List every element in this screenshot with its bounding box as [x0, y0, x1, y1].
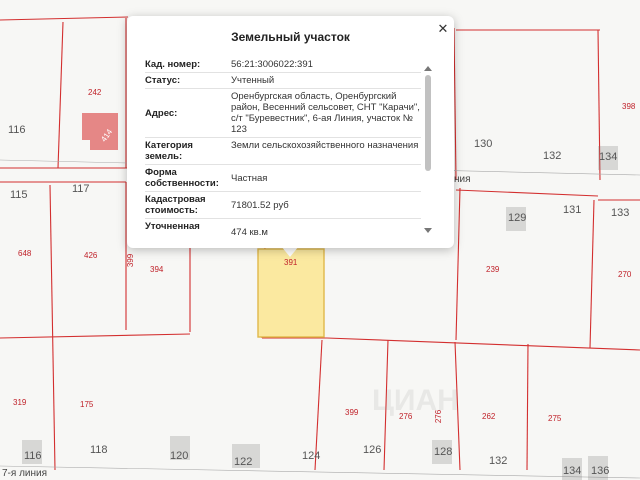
scroll-thumb[interactable]	[425, 75, 431, 171]
info-value: 56:21:3006022:391	[231, 59, 313, 70]
plot-number: 120	[170, 450, 189, 462]
plot-number: 399	[126, 253, 136, 268]
plot-number: 319	[13, 398, 27, 407]
plot-number: 124	[302, 450, 321, 462]
plot-number: 398	[622, 102, 636, 111]
plot-number: 648	[18, 249, 32, 258]
info-row-status: Статус: Учтенный	[145, 73, 421, 89]
info-row-area: Уточненная площадь: 474 кв.м	[145, 219, 421, 235]
info-key: Статус:	[145, 75, 181, 86]
info-value: 474 кв.м	[231, 226, 268, 236]
plot-number: 175	[80, 400, 94, 409]
watermark: ЦИАН	[372, 384, 459, 417]
info-key: Адрес:	[145, 107, 178, 119]
plot-number: 270	[618, 270, 632, 279]
info-key: Категория земель:	[145, 140, 193, 162]
plot-number: 394	[150, 265, 164, 274]
close-icon[interactable]: ✕	[436, 22, 450, 36]
info-value: Оренбургская область, Оренбургский район…	[231, 91, 420, 135]
plot-number: 122	[234, 456, 253, 468]
popup-scrollbar[interactable]	[424, 66, 432, 236]
info-table[interactable]: Кад. номер: 56:21:3006022:391 Статус: Уч…	[145, 57, 421, 235]
plot-number: 126	[363, 444, 382, 456]
info-value: Земли сельскохозяйственного назначения	[231, 140, 419, 151]
street-label: ния	[454, 174, 471, 185]
plot-number: 136	[591, 465, 610, 477]
plot-number: 131	[563, 204, 582, 216]
street-label: 7-я линия	[2, 468, 48, 479]
plot-number: 115	[10, 189, 28, 201]
info-row-land-category: Категория земель: Земли сельскохозяйстве…	[145, 138, 421, 165]
info-row-ownership: Форма собственности: Частная	[145, 165, 421, 192]
plot-number: 134	[599, 151, 618, 163]
plot-number: 399	[345, 408, 359, 417]
plot-number: 129	[508, 212, 527, 224]
plot-number: 132	[543, 150, 562, 162]
scroll-down-icon[interactable]	[424, 228, 432, 233]
info-key: Кад. номер:	[145, 59, 201, 70]
info-value: Учтенный	[231, 75, 275, 86]
info-value: Частная	[231, 172, 268, 184]
plot-number: 116	[24, 450, 42, 462]
plot-number: 391	[284, 258, 298, 267]
plot-number: 128	[434, 446, 453, 458]
plot-number: 132	[489, 455, 508, 467]
plot-number: 117	[72, 183, 90, 195]
plot-number: 133	[611, 207, 630, 219]
info-key: Кадастровая стоимость:	[145, 194, 206, 216]
info-row-address: Адрес: Оренбургская область, Оренбургски…	[145, 89, 421, 138]
info-row-cadastral-number: Кад. номер: 56:21:3006022:391	[145, 57, 421, 73]
info-value: 71801.52 руб	[231, 199, 289, 211]
info-key: Форма собственности:	[145, 167, 219, 189]
plot-number: 118	[90, 444, 108, 456]
plot-number: 275	[548, 414, 562, 423]
popup-title: Земельный участок	[231, 30, 350, 44]
plot-number: 262	[482, 412, 496, 421]
plot-number: 242	[88, 88, 102, 97]
info-row-cadastral-value: Кадастровая стоимость: 71801.52 руб	[145, 192, 421, 219]
scroll-up-icon[interactable]	[424, 66, 432, 71]
plot-number: 130	[474, 138, 493, 150]
plot-number: 426	[84, 251, 98, 260]
info-key: Уточненная площадь:	[145, 221, 200, 235]
plot-number: 134	[563, 465, 582, 477]
plot-number: 116	[8, 124, 26, 136]
plot-number: 239	[486, 265, 500, 274]
plot-info-popup: Земельный участок ✕ Кад. номер: 56:21:30…	[127, 16, 454, 248]
